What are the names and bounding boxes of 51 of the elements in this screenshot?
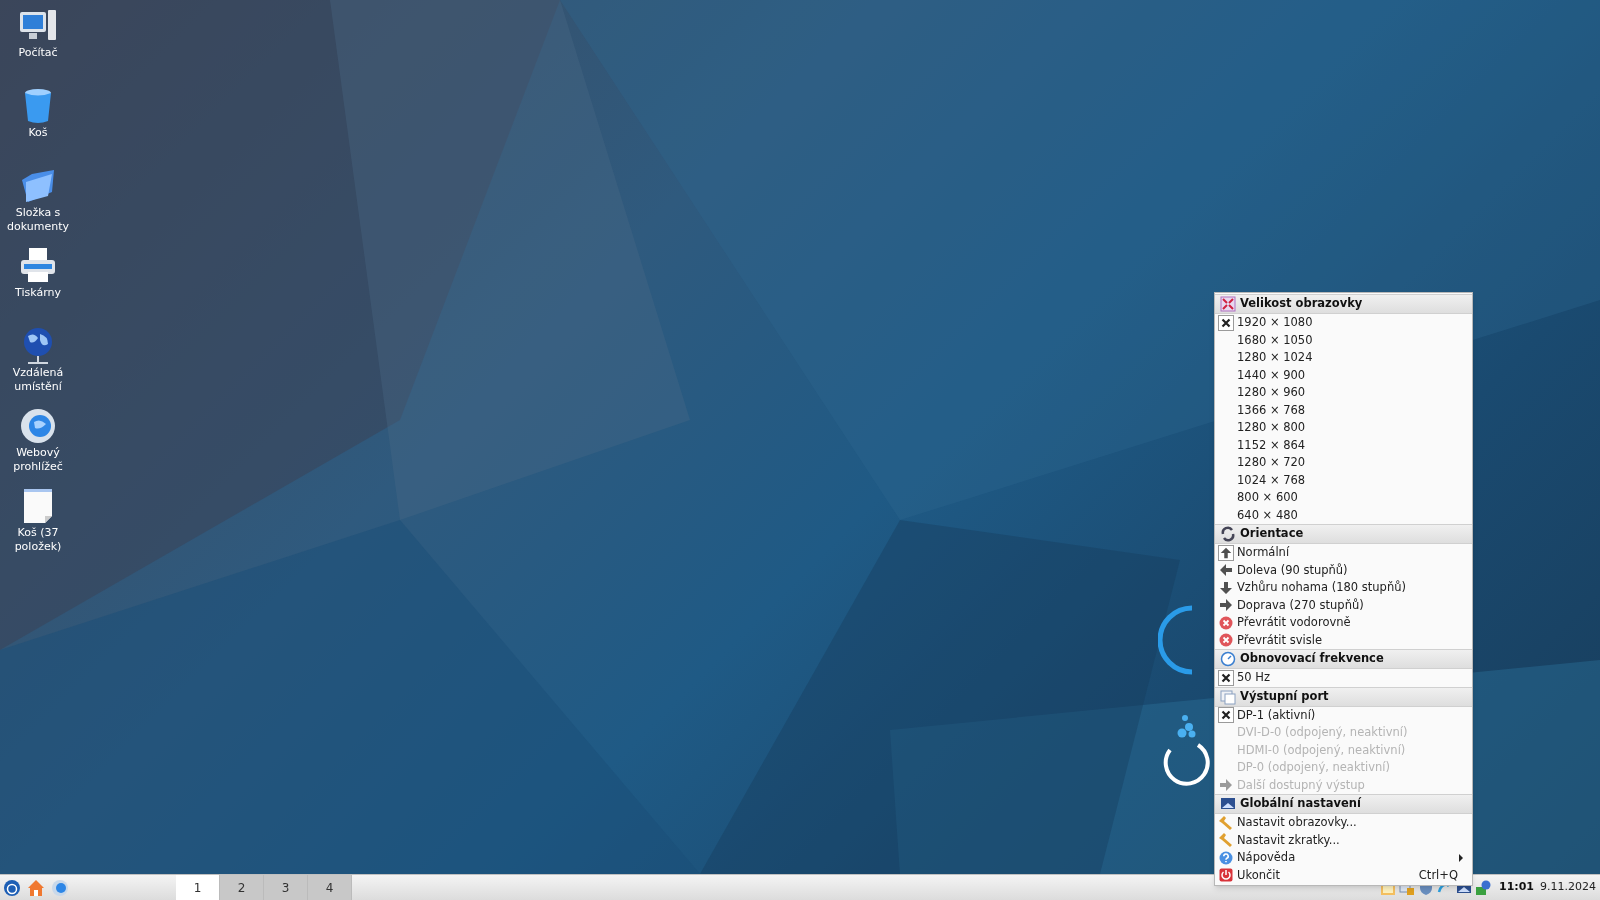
menu-item[interactable]: Převrátit svisle [1215, 631, 1472, 649]
menu-item[interactable]: Nastavit obrazovky... [1215, 814, 1472, 832]
start-menu-icon[interactable] [3, 878, 21, 897]
menu-item[interactable]: 1024 × 768 [1215, 471, 1472, 489]
menu-item[interactable]: 1440 × 900 [1215, 366, 1472, 384]
menu-item[interactable]: Doprava (270 stupňů) [1215, 596, 1472, 614]
shortcut-label: Ctrl+Q [1418, 866, 1459, 884]
monitor-icon [1220, 796, 1236, 812]
network-icon[interactable] [1475, 879, 1491, 896]
menu-item[interactable]: 1280 × 1024 [1215, 349, 1472, 367]
clock-time: 11:01 [1499, 879, 1535, 896]
section-title: Obnovovací frekvence [1240, 650, 1384, 668]
desktop-icon-label[interactable]: Složka s dokumenty [0, 206, 76, 234]
desktop-switcher-tab[interactable]: 3 [264, 875, 308, 900]
menu-item[interactable]: 1280 × 960 [1215, 384, 1472, 402]
section-title: Výstupní port [1240, 687, 1329, 705]
menu-item[interactable]: DP-1 (aktivní) [1215, 706, 1472, 724]
desktop-icon-label[interactable]: Tiskárny [15, 286, 61, 300]
desktop-icon-label[interactable]: Koš [28, 126, 48, 140]
menu-item[interactable]: Vzhůru nohama (180 stupňů) [1215, 579, 1472, 597]
menu-item[interactable]: 50 Hz [1215, 669, 1472, 687]
menu-item[interactable]: Převrátit vodorovně [1215, 614, 1472, 632]
desktop-icon-label[interactable]: Koš (37 položek) [0, 526, 76, 554]
menu-item[interactable]: Nastavit zkratky... [1215, 831, 1472, 849]
menu-item[interactable]: 800 × 600 [1215, 489, 1472, 507]
section-title: Velikost obrazovky [1240, 295, 1363, 313]
clock-icon [1220, 651, 1236, 667]
resize-icon [1220, 296, 1236, 312]
desktop-icon-label[interactable]: Počítač [18, 46, 58, 60]
menu-item[interactable]: Doleva (90 stupňů) [1215, 561, 1472, 579]
desktop-switcher-tab[interactable]: 2 [220, 875, 264, 900]
menu-item[interactable]: 1152 × 864 [1215, 436, 1472, 454]
clock-date: 9.11.2024 [1540, 879, 1597, 896]
menu-item[interactable]: 1280 × 720 [1215, 454, 1472, 472]
menu-item[interactable]: 640 × 480 [1215, 506, 1472, 524]
home-icon[interactable] [27, 878, 45, 897]
menu-item[interactable]: 1366 × 768 [1215, 401, 1472, 419]
desktop-icon-label[interactable]: Webový prohlížeč [0, 446, 76, 474]
menu-item[interactable]: 1280 × 800 [1215, 419, 1472, 437]
menu-item[interactable]: Normální [1215, 544, 1472, 562]
menu-item[interactable]: 1920 × 1080 [1215, 314, 1472, 332]
menu-item[interactable]: Ukončit Ctrl+Q [1215, 866, 1472, 884]
desktop-icon-label[interactable]: Vzdálená umístění [0, 366, 76, 394]
rotate-icon [1220, 526, 1236, 542]
section-title: Globální nastavení [1240, 795, 1361, 813]
section-title: Orientace [1240, 525, 1304, 543]
desktop-switcher-tab[interactable]: 4 [308, 875, 352, 900]
menu-item[interactable]: 1680 × 1050 [1215, 331, 1472, 349]
window-icon [1220, 688, 1236, 705]
desktop-switcher-tab[interactable]: 1 [176, 875, 220, 900]
menu-item[interactable]: Nápověda [1215, 849, 1472, 867]
